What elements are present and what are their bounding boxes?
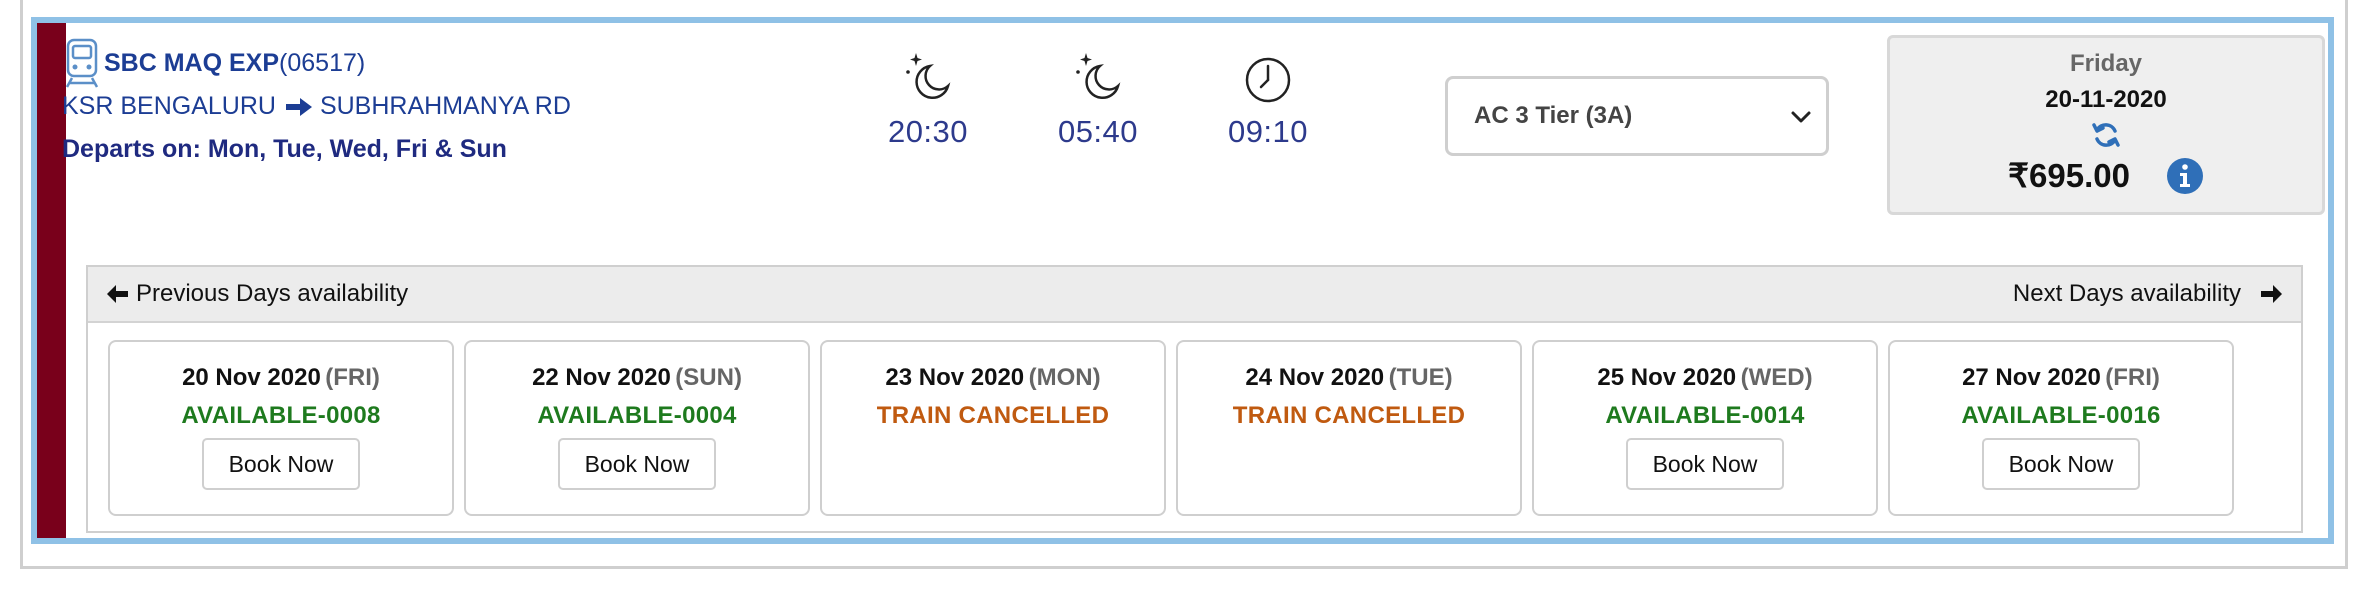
previous-days-label: Previous Days availability [136,280,409,307]
day-card: 22 Nov 2020 (SUN) AVAILABLE-0004 Book No… [464,340,810,516]
next-days-link[interactable]: Next Days availability [2013,280,2283,308]
departs-days: Departs on: Mon, Tue, Wed, Fri & Sun [62,135,507,163]
price-date: 20-11-2020 [2045,86,2167,113]
book-now-button[interactable]: Book Now [202,438,360,490]
price-day: Friday [2069,50,2143,77]
day-weekday: (SUN) [675,364,742,391]
day-date: 25 Nov 2020 [1597,364,1737,391]
info-icon[interactable] [2166,157,2204,195]
to-station: SUBHRAHMANYA RD [319,92,571,120]
refresh-icon[interactable] [2091,120,2121,150]
availability-panel: Previous Days availability Next Days ava… [86,265,2303,533]
price-row: ₹695.00 [1890,156,2322,195]
price-box: Friday 20-11-2020 ₹695.00 [1887,35,2325,215]
duration-value: 09:10 [1227,114,1309,149]
availability-status: AVAILABLE-0016 [1961,402,2161,429]
day-card: 25 Nov 2020 (WED) AVAILABLE-0014 Book No… [1532,340,1878,516]
arrow-right-icon [2261,285,2282,303]
day-date: 23 Nov 2020 [885,364,1025,391]
from-station: KSR BENGALURU [62,92,276,120]
day-weekday: (MON) [1028,364,1101,391]
class-select[interactable]: AC 3 Tier (3A) [1445,76,1829,156]
availability-status: AVAILABLE-0008 [181,402,381,429]
book-now-button[interactable]: Book Now [1626,438,1784,490]
day-weekday: (FRI) [325,364,380,391]
night-icon [906,53,951,99]
departure-time-value: 20:30 [887,114,969,149]
day-weekday: (FRI) [2105,364,2160,391]
day-date: 24 Nov 2020 [1245,364,1385,391]
arrival-time-value: 05:40 [1057,114,1139,149]
availability-status: AVAILABLE-0004 [537,402,737,429]
clock-icon [1245,57,1291,103]
day-card: 27 Nov 2020 (FRI) AVAILABLE-0016 Book No… [1888,340,2234,516]
night-icon [1076,53,1121,99]
train-icon [65,38,99,88]
day-date: 20 Nov 2020 [182,364,321,391]
fare-amount: ₹695.00 [2008,157,2130,194]
chevron-down-icon [1791,111,1811,123]
arrow-left-icon [107,285,128,303]
day-weekday: (TUE) [1388,364,1453,391]
train-info: SBC MAQ EXP (06517) KSR BENGALURU SUBHRA… [62,37,571,164]
day-date: 22 Nov 2020 [532,364,671,391]
book-now-button[interactable]: Book Now [1982,438,2140,490]
availability-status: AVAILABLE-0014 [1605,402,1805,429]
next-days-label: Next Days availability [2012,280,2241,307]
day-card: 24 Nov 2020 (TUE) TRAIN CANCELLED [1176,340,1522,516]
arrival-time: 05:40 [1038,50,1158,150]
arrow-right-icon [285,97,312,116]
availability-header: Previous Days availability Next Days ava… [88,267,2301,323]
day-date: 27 Nov 2020 [1962,364,2101,391]
availability-status: TRAIN CANCELLED [1232,402,1466,429]
departure-time: 20:30 [868,50,988,150]
train-name[interactable]: SBC MAQ EXP [104,49,279,78]
previous-days-link[interactable]: Previous Days availability [106,280,408,308]
book-now-button[interactable]: Book Now [558,438,716,490]
train-number: (06517) [279,48,366,77]
day-cards: 20 Nov 2020 (FRI) AVAILABLE-0008 Book No… [108,340,2234,516]
day-card: 20 Nov 2020 (FRI) AVAILABLE-0008 Book No… [108,340,454,516]
train-title-row: SBC MAQ EXP (06517) [62,37,571,89]
day-card: 23 Nov 2020 (MON) TRAIN CANCELLED [820,340,1166,516]
duration: 09:10 [1208,50,1328,150]
day-weekday: (WED) [1740,364,1813,391]
class-select-value: AC 3 Tier (3A) [1474,102,1633,129]
availability-status: TRAIN CANCELLED [876,402,1110,429]
route-row: KSR BENGALURU SUBHRAHMANYA RD [62,92,571,121]
